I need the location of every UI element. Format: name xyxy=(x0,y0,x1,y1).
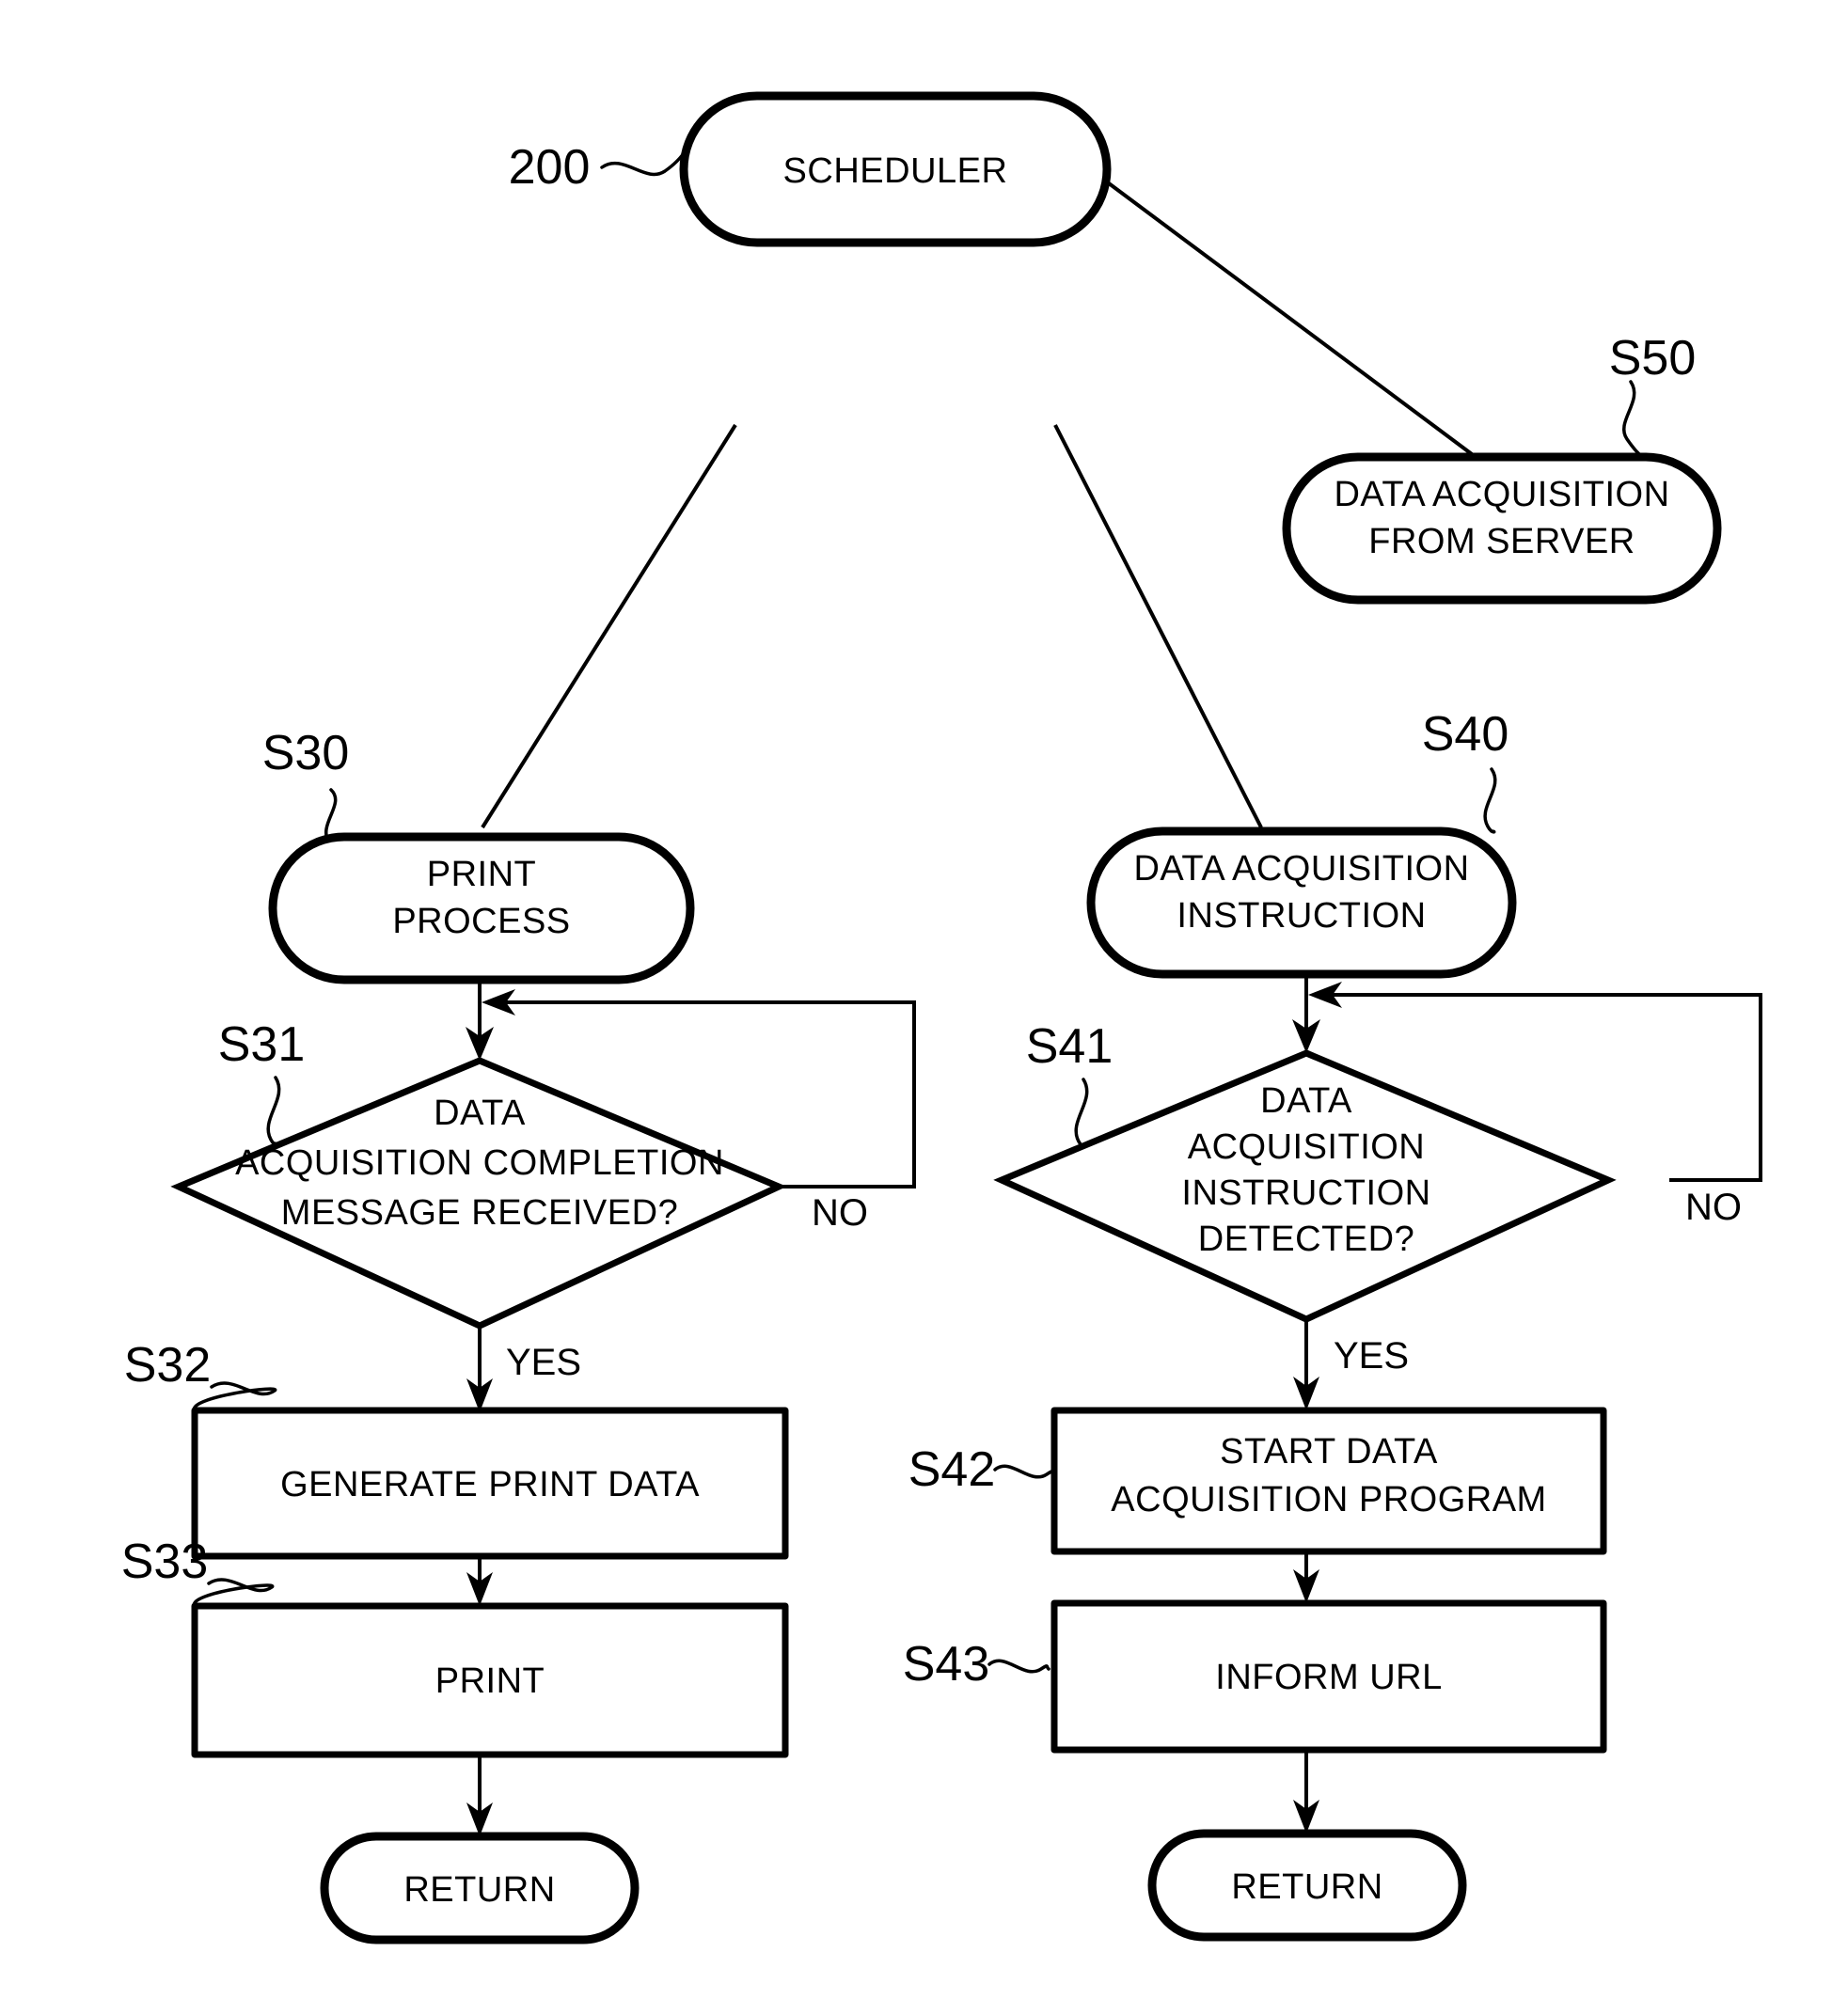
node-print-process[interactable]: PRINT PROCESS xyxy=(268,832,695,984)
ref-label-s33: S33 xyxy=(121,1535,209,1589)
connector-scheduler-to-data-acq-from-server xyxy=(1103,179,1474,456)
decision-s41-label-line-3: INSTRUCTION xyxy=(1181,1173,1430,1213)
branch-label-s31-no: NO xyxy=(812,1192,868,1234)
print-process-label-line-2: PROCESS xyxy=(392,902,570,941)
connector-scheduler-to-print-process xyxy=(481,423,737,829)
node-data-acquisition-from-server[interactable]: DATA ACQUISITION FROM SERVER xyxy=(1282,452,1722,605)
ref-label-200: 200 xyxy=(509,140,591,195)
ref-label-s43: S43 xyxy=(903,1637,990,1692)
generate-print-data-label-line-1: GENERATE PRINT DATA xyxy=(280,1465,700,1504)
data-acquisition-from-server-label-line-2: FROM SERVER xyxy=(1368,522,1635,561)
start-data-acquisition-program-label-line-2: ACQUISITION PROGRAM xyxy=(1111,1480,1546,1519)
leader-ref-s43 xyxy=(987,1659,1050,1674)
ref-label-s32: S32 xyxy=(124,1338,212,1393)
node-inform-url[interactable]: INFORM URL xyxy=(1050,1599,1607,1754)
decision-s31-label-line-2: ACQUISITION COMPLETION xyxy=(235,1143,724,1183)
ref-label-s41: S41 xyxy=(1026,1019,1114,1074)
leader-ref-s50 xyxy=(1622,380,1647,461)
ref-label-s31: S31 xyxy=(218,1017,306,1072)
branch-label-s31-yes: YES xyxy=(506,1342,581,1383)
connector-scheduler-to-data-acq-instruction xyxy=(1053,424,1263,828)
node-decision-s41[interactable]: DATA ACQUISITION INSTRUCTION DETECTED? xyxy=(993,1049,1617,1323)
flowchart-canvas: SCHEDULER 200 DATA ACQUISITION FROM SERV… xyxy=(121,91,1762,1944)
start-data-acquisition-program-label-line-1: START DATA xyxy=(1220,1432,1438,1472)
leader-ref-s40 xyxy=(1483,767,1497,834)
data-acquisition-from-server-label-line-1: DATA ACQUISITION xyxy=(1334,475,1669,514)
data-acquisition-instruction-label-line-2: INSTRUCTION xyxy=(1177,896,1426,936)
branch-label-s41-no: NO xyxy=(1685,1187,1742,1228)
node-return-left[interactable]: RETURN xyxy=(320,1832,640,1944)
leader-ref-200 xyxy=(600,149,687,177)
inform-url-label-line-1: INFORM URL xyxy=(1215,1658,1442,1697)
ref-label-s42: S42 xyxy=(908,1442,996,1497)
node-print[interactable]: PRINT xyxy=(191,1602,789,1758)
patent-figure-flowchart: SCHEDULER 200 DATA ACQUISITION FROM SERV… xyxy=(0,0,1848,2015)
node-scheduler[interactable]: SCHEDULER xyxy=(679,91,1112,247)
decision-s41-label-line-1: DATA xyxy=(1260,1081,1352,1121)
leader-ref-s41 xyxy=(1074,1078,1089,1149)
ref-label-s50: S50 xyxy=(1609,331,1697,386)
branch-label-s41-yes: YES xyxy=(1334,1335,1409,1377)
leader-ref-s31 xyxy=(266,1076,281,1147)
ref-label-s30: S30 xyxy=(262,726,350,780)
decision-s41-label-line-2: ACQUISITION xyxy=(1188,1127,1426,1167)
node-return-right[interactable]: RETURN xyxy=(1147,1829,1467,1942)
print-label-line-1: PRINT xyxy=(435,1661,545,1701)
decision-s31-label-line-3: MESSAGE RECEIVED? xyxy=(281,1193,678,1233)
node-generate-print-data[interactable]: GENERATE PRINT DATA xyxy=(191,1407,789,1560)
decision-s31-label-line-1: DATA xyxy=(434,1094,526,1133)
leader-ref-s42 xyxy=(993,1464,1056,1479)
decision-s41-label-line-4: DETECTED? xyxy=(1198,1220,1414,1259)
scheduler-label-line-1: SCHEDULER xyxy=(783,151,1008,191)
ref-label-s40: S40 xyxy=(1422,707,1509,762)
return-left-label: RETURN xyxy=(403,1870,555,1910)
node-start-data-acquisition-program[interactable]: START DATA ACQUISITION PROGRAM xyxy=(1050,1407,1607,1555)
node-data-acquisition-instruction[interactable]: DATA ACQUISITION INSTRUCTION xyxy=(1086,826,1517,979)
return-right-label: RETURN xyxy=(1231,1867,1382,1907)
print-process-label-line-1: PRINT xyxy=(427,855,537,894)
node-decision-s31[interactable]: DATA ACQUISITION COMPLETION MESSAGE RECE… xyxy=(170,1057,787,1330)
data-acquisition-instruction-label-line-1: DATA ACQUISITION xyxy=(1133,849,1469,889)
